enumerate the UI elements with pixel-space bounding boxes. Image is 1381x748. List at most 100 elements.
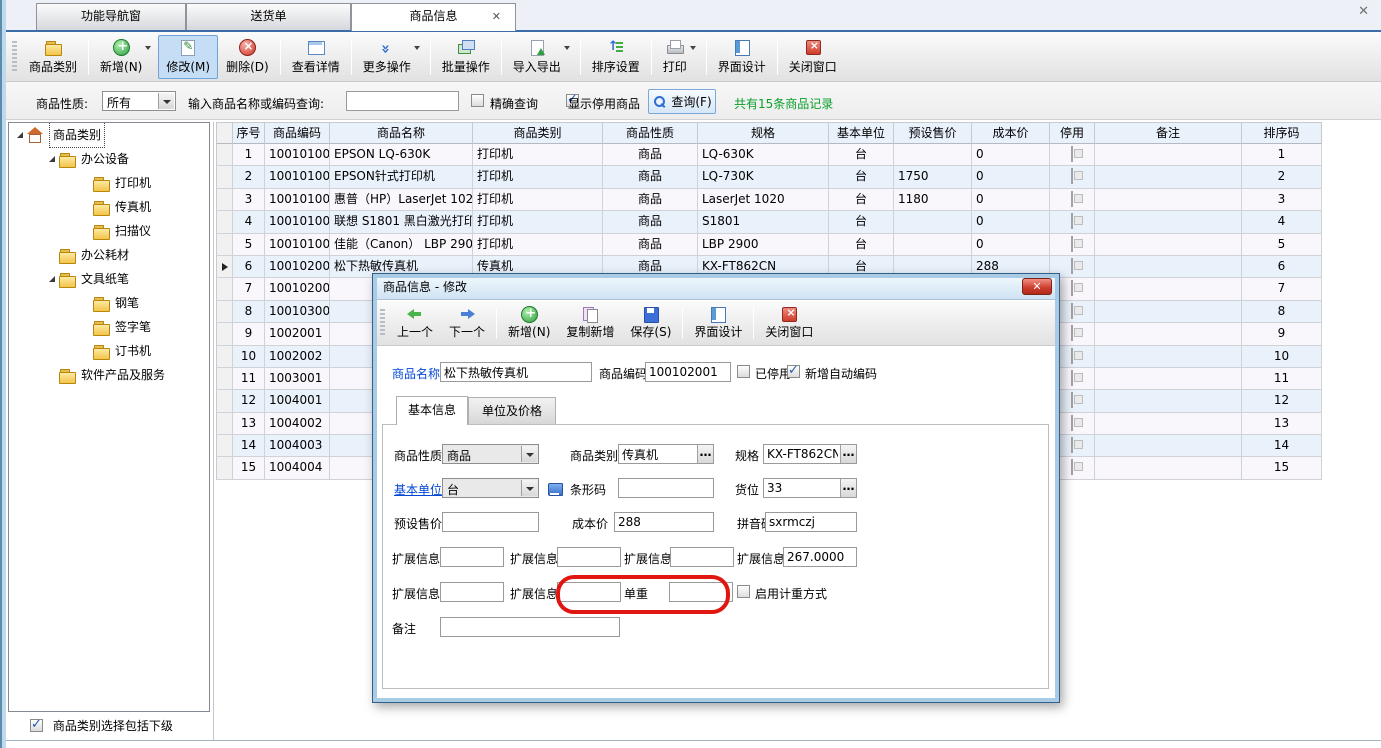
chevron-down-icon[interactable] bbox=[158, 93, 174, 109]
stopped-checkbox[interactable] bbox=[1071, 459, 1073, 475]
tab-basic-info[interactable]: 基本信息 bbox=[396, 396, 468, 425]
spec-field[interactable]: … bbox=[763, 444, 857, 464]
toolbar-grip[interactable] bbox=[380, 309, 385, 337]
ellipsis-button[interactable]: … bbox=[840, 445, 856, 463]
expand-icon[interactable] bbox=[49, 276, 55, 282]
column-header-商品性质[interactable]: 商品性质 bbox=[603, 122, 698, 144]
stopped-checkbox[interactable] bbox=[1071, 191, 1073, 207]
exact-query-checkbox[interactable] bbox=[471, 94, 484, 107]
table-row[interactable]: 4100101004联想 S1801 黑白激光打印机打印机商品S1801台04 bbox=[216, 211, 1322, 233]
toolbar-grip[interactable] bbox=[12, 41, 17, 73]
ext1-input[interactable] bbox=[440, 547, 504, 567]
column-header-序号[interactable]: 序号 bbox=[233, 122, 265, 144]
dialog-button-下一个[interactable]: 下一个 bbox=[441, 303, 493, 343]
table-row[interactable]: 2100101002EPSON针式打印机打印机商品LQ-730K台175002 bbox=[216, 166, 1322, 188]
column-header-排序码[interactable]: 排序码 bbox=[1242, 122, 1322, 144]
tree-item-办公设备[interactable]: 办公设备 bbox=[9, 147, 209, 171]
chevron-down-icon[interactable] bbox=[521, 480, 537, 496]
tree-item-软件产品及服务[interactable]: 软件产品及服务 bbox=[9, 363, 209, 387]
toolbar-button-新增(N)[interactable]: 新增(N) bbox=[92, 35, 150, 79]
cost-input[interactable] bbox=[614, 512, 714, 532]
ext5-input[interactable] bbox=[440, 582, 504, 602]
ellipsis-button[interactable]: … bbox=[697, 445, 713, 463]
ellipsis-button[interactable]: … bbox=[840, 479, 856, 497]
stopped-checkbox[interactable] bbox=[1071, 146, 1073, 162]
autocode-checkbox[interactable] bbox=[787, 365, 800, 378]
tab-unit-price[interactable]: 单位及价格 bbox=[468, 397, 556, 425]
stopped-checkbox[interactable] bbox=[1071, 303, 1073, 319]
tab-close-icon[interactable]: ✕ bbox=[492, 9, 501, 25]
stopped-checkbox[interactable] bbox=[1071, 325, 1073, 341]
dropdown-arrow-icon[interactable] bbox=[690, 46, 696, 50]
tree-item-传真机[interactable]: 传真机 bbox=[9, 195, 209, 219]
toolbar-button-商品类别[interactable]: 商品类别 bbox=[21, 35, 85, 79]
column-header-停用[interactable]: 停用 bbox=[1050, 122, 1095, 144]
tree-item-文具纸笔[interactable]: 文具纸笔 bbox=[9, 267, 209, 291]
ext4-input[interactable] bbox=[783, 547, 857, 567]
dialog-button-上一个[interactable]: 上一个 bbox=[389, 303, 441, 343]
toolbar-button-更多操作[interactable]: 更多操作 bbox=[355, 35, 419, 79]
column-header-商品编码[interactable]: 商品编码 bbox=[265, 122, 330, 144]
price-input[interactable] bbox=[442, 512, 539, 532]
include-sub-checkbox[interactable] bbox=[30, 719, 43, 732]
dialog-button-关闭窗口[interactable]: 关闭窗口 bbox=[757, 303, 821, 343]
expand-icon[interactable] bbox=[49, 156, 55, 162]
product-code-input[interactable] bbox=[645, 362, 731, 382]
stopped-checkbox[interactable] bbox=[1071, 280, 1073, 296]
stopped-checkbox[interactable] bbox=[1071, 392, 1073, 408]
dialog-button-复制新增[interactable]: 复制新增 bbox=[558, 303, 622, 343]
toolbar-button-查看详情[interactable]: 查看详情 bbox=[284, 35, 348, 79]
ext3-input[interactable] bbox=[670, 547, 734, 567]
unit-book-icon[interactable] bbox=[546, 480, 564, 497]
dropdown-arrow-icon[interactable] bbox=[414, 46, 420, 50]
toolbar-button-批量操作[interactable]: 批量操作 bbox=[434, 35, 498, 79]
column-header-成本价[interactable]: 成本价 bbox=[972, 122, 1050, 144]
weigh-mode-checkbox[interactable] bbox=[737, 585, 750, 598]
dropdown-arrow-icon[interactable] bbox=[145, 46, 151, 50]
tree-item-商品类别[interactable]: 商品类别 bbox=[9, 123, 209, 147]
stopped-checkbox[interactable] bbox=[1071, 348, 1073, 364]
stopped-checkbox[interactable] bbox=[1071, 370, 1073, 386]
toolbar-button-关闭窗口[interactable]: 关闭窗口 bbox=[781, 35, 845, 79]
remark-input[interactable] bbox=[440, 617, 620, 637]
column-header-selector[interactable] bbox=[216, 122, 233, 144]
column-header-基本单位[interactable]: 基本单位 bbox=[829, 122, 894, 144]
toolbar-button-导入导出[interactable]: 导入导出 bbox=[505, 35, 569, 79]
product-name-input[interactable] bbox=[440, 362, 592, 382]
tab-商品信息[interactable]: 商品信息✕ bbox=[351, 3, 516, 31]
stopped-checkbox[interactable] bbox=[1071, 168, 1073, 184]
tree-item-签字笔[interactable]: 签字笔 bbox=[9, 315, 209, 339]
dialog-button-保存(S)[interactable]: 保存(S) bbox=[622, 303, 679, 343]
tree-item-扫描仪[interactable]: 扫描仪 bbox=[9, 219, 209, 243]
ext6-input[interactable] bbox=[557, 582, 621, 602]
dialog-button-新增(N)[interactable]: 新增(N) bbox=[500, 303, 558, 343]
dropdown-arrow-icon[interactable] bbox=[564, 46, 570, 50]
column-header-商品名称[interactable]: 商品名称 bbox=[330, 122, 473, 144]
tree-item-办公耗材[interactable]: 办公耗材 bbox=[9, 243, 209, 267]
disabled-checkbox[interactable] bbox=[737, 365, 750, 378]
stopped-checkbox[interactable] bbox=[1071, 258, 1073, 274]
column-header-商品类别[interactable]: 商品类别 bbox=[473, 122, 603, 144]
unit-select[interactable]: 台 bbox=[442, 478, 539, 498]
window-close-icon[interactable]: ✕ bbox=[1358, 4, 1369, 19]
column-header-预设售价[interactable]: 预设售价 bbox=[894, 122, 972, 144]
table-row[interactable]: 3100101003惠普（HP）LaserJet 1020打印机商品LaserJ… bbox=[216, 189, 1322, 211]
expand-icon[interactable] bbox=[17, 132, 23, 138]
tab-功能导航窗[interactable]: 功能导航窗 bbox=[36, 3, 186, 30]
barcode-input[interactable] bbox=[618, 478, 714, 498]
tree-item-钢笔[interactable]: 钢笔 bbox=[9, 291, 209, 315]
search-input[interactable] bbox=[346, 91, 459, 111]
nature-select[interactable]: 商品 bbox=[442, 444, 539, 464]
ext2-input[interactable] bbox=[557, 547, 621, 567]
query-button[interactable]: 查询(F) bbox=[648, 89, 716, 114]
weight-input[interactable] bbox=[669, 582, 733, 602]
tree-item-订书机[interactable]: 订书机 bbox=[9, 339, 209, 363]
tab-送货单[interactable]: 送货单 bbox=[186, 3, 351, 30]
toolbar-button-界面设计[interactable]: 界面设计 bbox=[710, 35, 774, 79]
stopped-checkbox[interactable] bbox=[1071, 213, 1073, 229]
dialog-close-button[interactable]: ✕ bbox=[1022, 278, 1052, 295]
tree-item-打印机[interactable]: 打印机 bbox=[9, 171, 209, 195]
location-field[interactable]: … bbox=[763, 478, 857, 498]
chevron-down-icon[interactable] bbox=[521, 446, 537, 462]
dialog-button-界面设计[interactable]: 界面设计 bbox=[686, 303, 750, 343]
